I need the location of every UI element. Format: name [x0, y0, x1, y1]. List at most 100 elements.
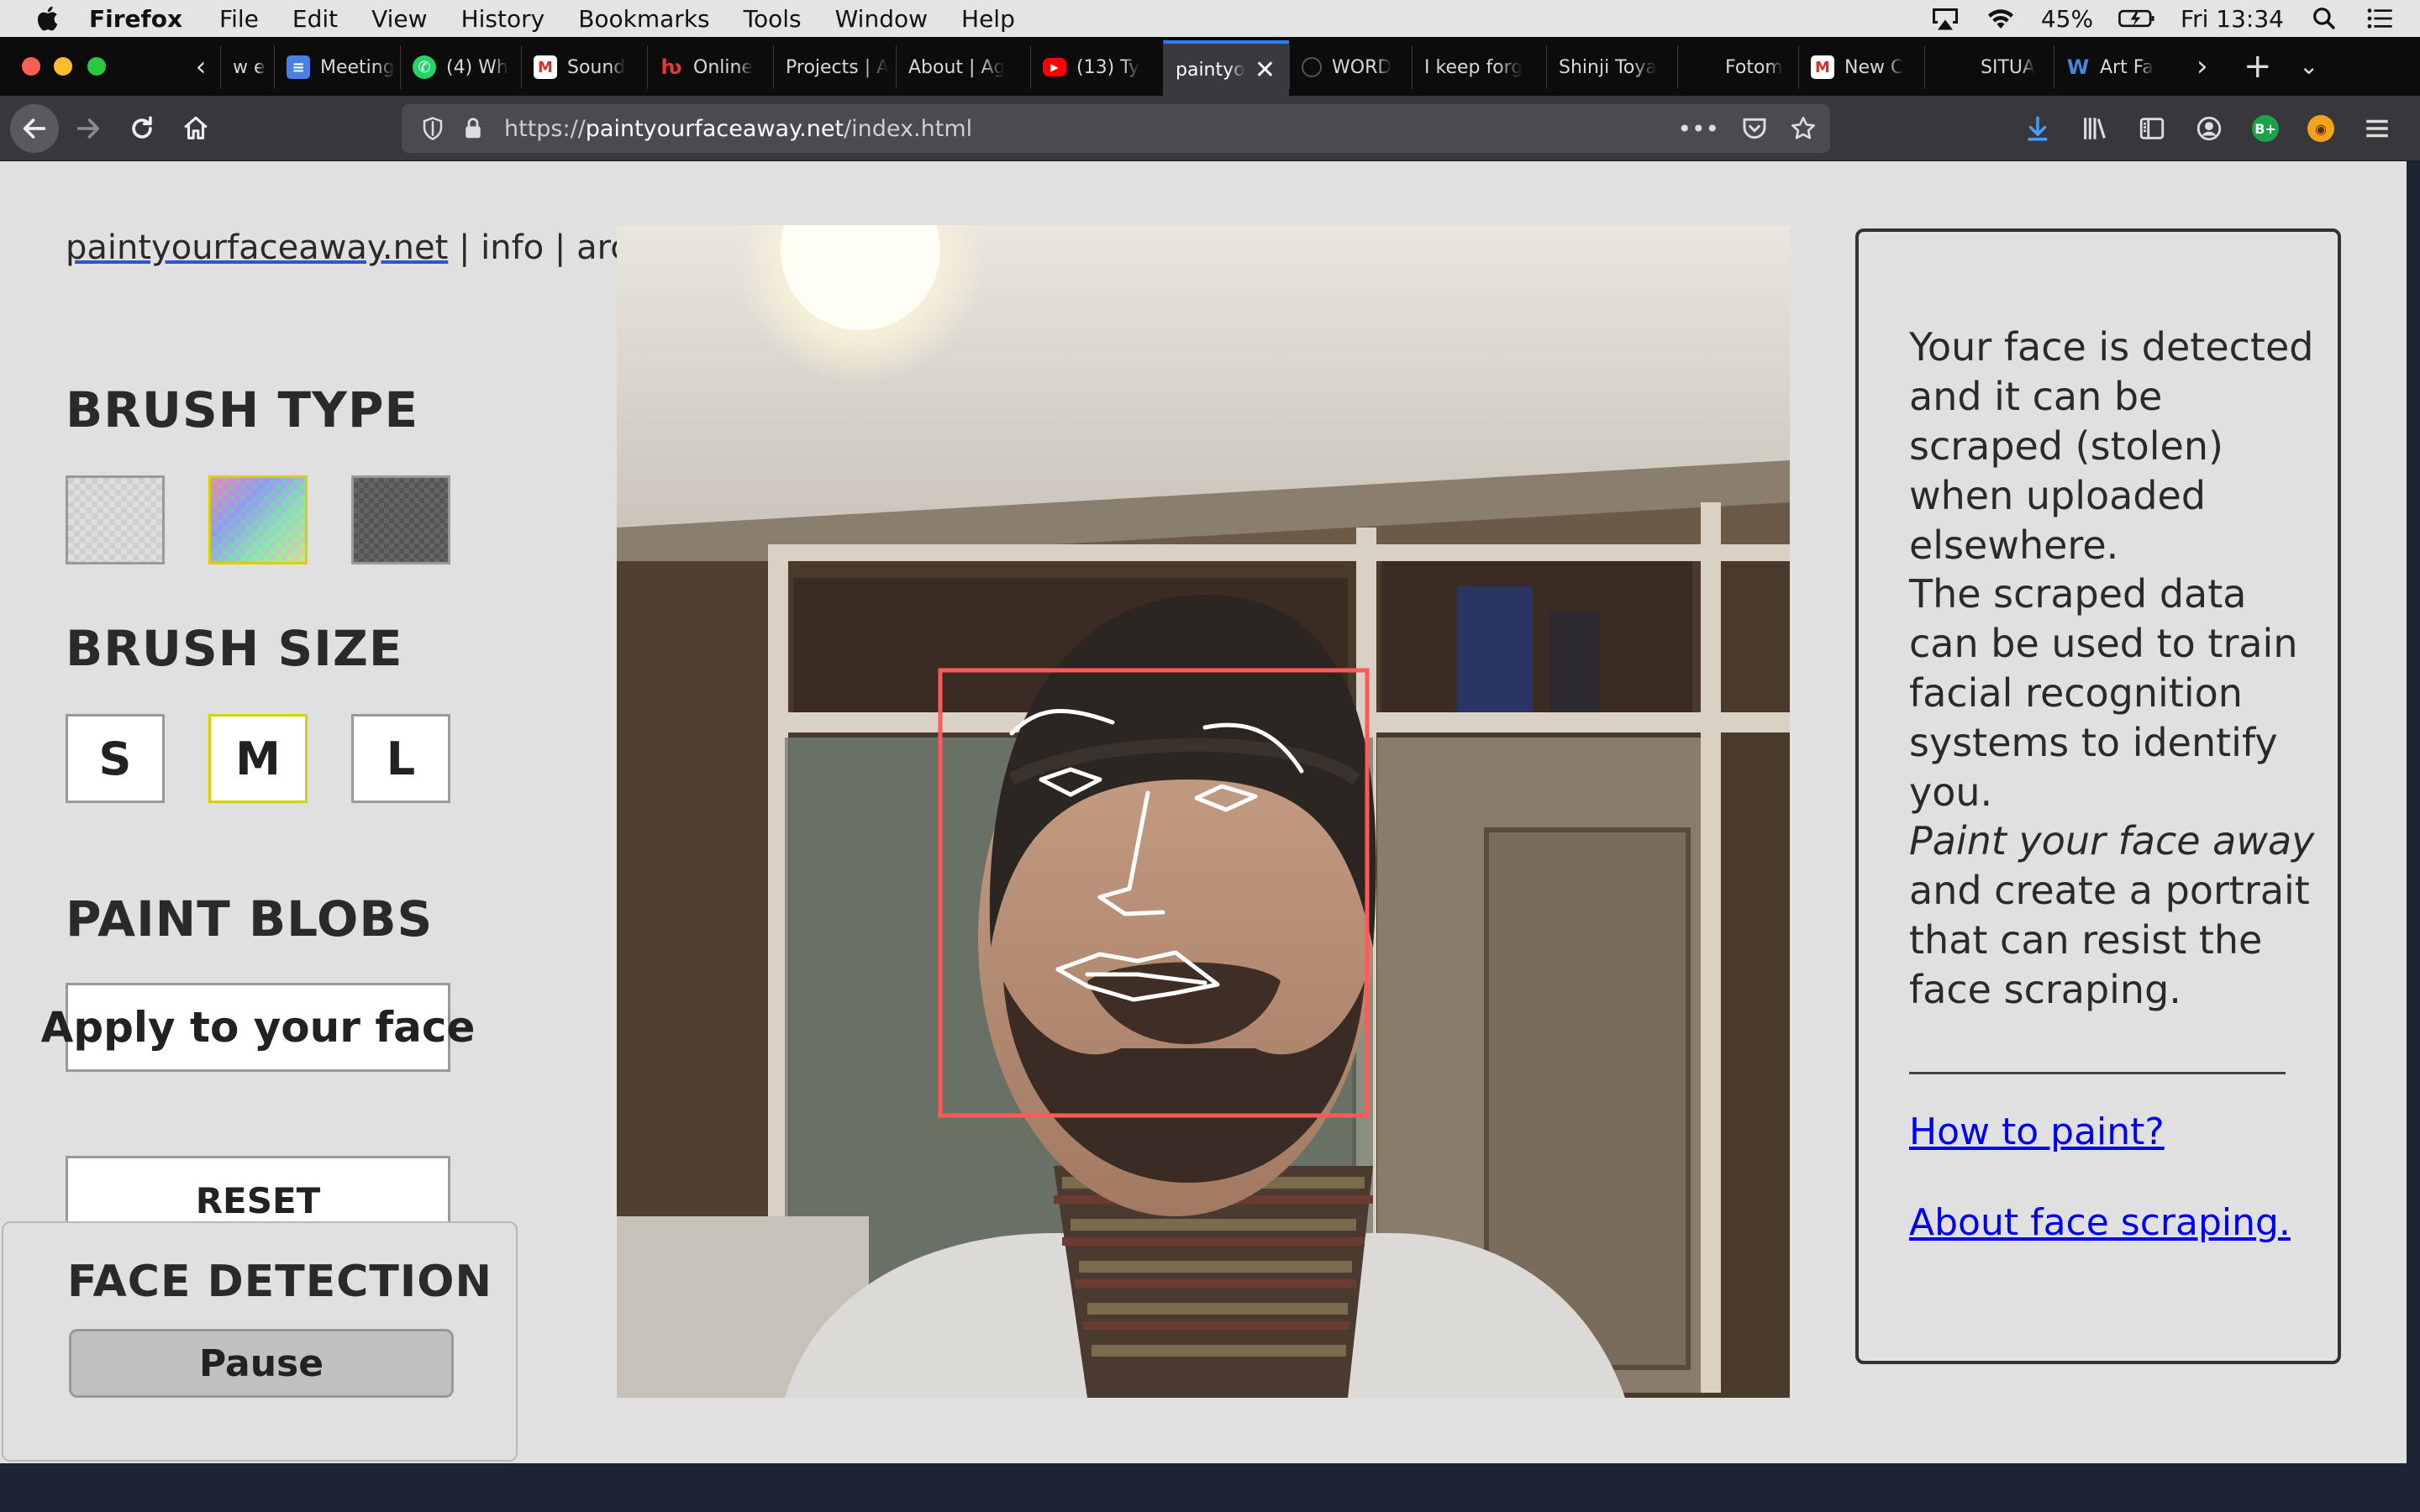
navigation-toolbar: https://paintyourfaceaway.net/index.html… [0, 96, 2420, 161]
menu-extras: 45% Fri 13:34 [1930, 0, 2420, 37]
tab-label: Art Fa [2100, 56, 2154, 78]
menu-window[interactable]: Window [835, 5, 928, 33]
macos-menu-bar: Firefox File Edit View History Bookmarks… [0, 0, 2420, 37]
menu-clock[interactable]: Fri 13:34 [2181, 5, 2284, 33]
tab-14[interactable]: SITUA [1924, 45, 2054, 89]
tab-label: Online [693, 56, 753, 78]
tab-2[interactable]: ✆ (4) Wh [400, 45, 521, 89]
extension-monkey-icon[interactable]: ◉ [2307, 115, 2334, 142]
info-card: Your face is detected and it can be scra… [1855, 228, 2341, 1364]
back-button[interactable] [10, 104, 59, 153]
tab-12[interactable]: Fotom [1677, 45, 1798, 89]
home-button[interactable] [171, 104, 220, 153]
menu-file[interactable]: File [219, 5, 259, 33]
brush-type-color-noise-selected[interactable] [208, 475, 308, 564]
menu-edit[interactable]: Edit [292, 5, 338, 33]
apple-logo-icon[interactable] [34, 3, 64, 34]
close-tab-icon[interactable]: ✕ [1255, 55, 1276, 85]
new-tab-plus-icon[interactable]: + [2244, 50, 2272, 83]
tab-scroll-right-icon[interactable]: › [2196, 50, 2208, 82]
menu-help[interactable]: Help [961, 5, 1015, 33]
brush-type-light-noise[interactable] [66, 475, 165, 564]
apply-to-face-button[interactable]: Apply to your face [41, 983, 475, 1072]
home-icon [184, 116, 208, 139]
brush-size-l-button[interactable]: L [351, 714, 450, 803]
brush-type-dark-noise[interactable] [351, 475, 450, 564]
tracking-protection-shield-icon[interactable] [420, 116, 445, 141]
tab-label: paintyo [1176, 59, 1245, 81]
paint-your-face-away-emphasis: Paint your face away [1909, 818, 2315, 864]
brush-size-m-button[interactable]: M [208, 714, 308, 803]
tab-3[interactable]: M Sound [521, 45, 647, 89]
nav-separator: | [448, 228, 481, 267]
pause-detection-button[interactable]: Pause [69, 1329, 454, 1398]
paint-blobs-heading: PAINT BLOBS [66, 890, 434, 948]
tab-13[interactable]: M New C [1798, 45, 1924, 89]
about-face-scraping-link[interactable]: About face scraping. [1909, 1201, 2291, 1244]
tab-8-active[interactable]: paintyo ✕ [1163, 40, 1289, 96]
site-nav: paintyourfaceaway.net | info | archive [66, 228, 700, 267]
window-zoom-button[interactable] [87, 57, 106, 76]
generic-site-icon [1302, 57, 1322, 77]
extension-badge-icon[interactable]: B+ [2252, 115, 2279, 142]
sidebar-icon[interactable] [2138, 114, 2166, 143]
menu-view[interactable]: View [371, 5, 427, 33]
url-host: paintyourfaceaway.net [585, 115, 844, 142]
lock-icon[interactable] [460, 116, 486, 141]
battery-percent: 45% [2040, 4, 2094, 33]
url-text[interactable]: https://paintyourfaceaway.net/index.html [504, 116, 972, 142]
page-scrollbar[interactable] [2407, 161, 2420, 1463]
library-icon[interactable] [2081, 114, 2109, 143]
page-actions-ellipsis-icon[interactable]: ••• [1677, 115, 1719, 143]
info-paragraph-detected: Your face is detected and it can be scra… [1909, 324, 2314, 568]
tab-4[interactable]: ƕ Online [647, 45, 773, 89]
hamburger-menu-icon[interactable] [2363, 114, 2391, 143]
how-to-paint-link[interactable]: How to paint? [1909, 1110, 2165, 1153]
divider [1909, 1072, 2286, 1074]
tab-label: SITUA [1981, 56, 2036, 78]
tab-0[interactable]: w e [220, 45, 274, 89]
site-home-link[interactable]: paintyourfaceaway.net [66, 228, 448, 267]
account-icon[interactable] [2195, 114, 2223, 143]
spotlight-search-icon[interactable] [2309, 5, 2339, 32]
webcam-canvas[interactable] [617, 225, 1790, 1398]
tab-1[interactable]: ≡ Meeting [274, 45, 400, 89]
brush-size-s-button[interactable]: S [66, 714, 165, 803]
airplay-icon[interactable] [1930, 5, 1960, 32]
tab-label: WORD [1332, 56, 1392, 78]
wifi-icon[interactable] [1986, 5, 2016, 32]
tab-label: New C [1844, 56, 1904, 78]
menu-tools[interactable]: Tools [744, 5, 802, 33]
bookmark-star-icon[interactable] [1790, 115, 1817, 142]
battery-charging-icon[interactable] [2118, 5, 2155, 32]
info-link[interactable]: info [481, 228, 544, 267]
forward-button[interactable] [64, 104, 113, 153]
tab-6[interactable]: About | Ag [896, 45, 1030, 89]
address-bar[interactable]: https://paintyourfaceaway.net/index.html… [402, 104, 1830, 153]
tab-label: I keep forg [1424, 56, 1523, 78]
menu-app-name[interactable]: Firefox [89, 5, 182, 33]
face-detection-panel: FACE DETECTION Pause [2, 1221, 518, 1462]
reload-button[interactable] [118, 104, 166, 153]
tab-label: (4) Wh [446, 56, 508, 78]
tab-label: w e [233, 56, 266, 78]
webcam-scene [617, 225, 1790, 1398]
window-minimize-button[interactable] [54, 57, 72, 76]
window-close-button[interactable] [22, 57, 40, 76]
tab-9[interactable]: WORD [1289, 45, 1412, 89]
pocket-icon[interactable] [1741, 115, 1768, 142]
tab-5[interactable]: Projects | A [773, 45, 896, 89]
tab-scroll-left-icon[interactable]: ‹ [187, 50, 215, 82]
whatsapp-icon: ✆ [413, 55, 436, 79]
tab-7[interactable]: ▶ (13) Ty [1030, 45, 1161, 89]
menu-history[interactable]: History [461, 5, 545, 33]
tab-11[interactable]: Shinji Toya [1546, 45, 1677, 89]
list-all-tabs-chevron-down-icon[interactable]: ⌄ [2299, 50, 2318, 82]
tab-10[interactable]: I keep forg [1412, 45, 1546, 89]
menu-bookmarks[interactable]: Bookmarks [578, 5, 709, 33]
downloads-arrow-icon[interactable] [2023, 114, 2052, 143]
notification-center-icon[interactable] [2365, 5, 2395, 32]
tab-strip: ‹ w e ≡ Meeting ✆ (4) Wh M Sound ƕ Online Pr… [0, 37, 2420, 96]
tab-label: (13) Ty [1076, 56, 1140, 78]
tab-15[interactable]: W Art Fa [2054, 45, 2188, 89]
